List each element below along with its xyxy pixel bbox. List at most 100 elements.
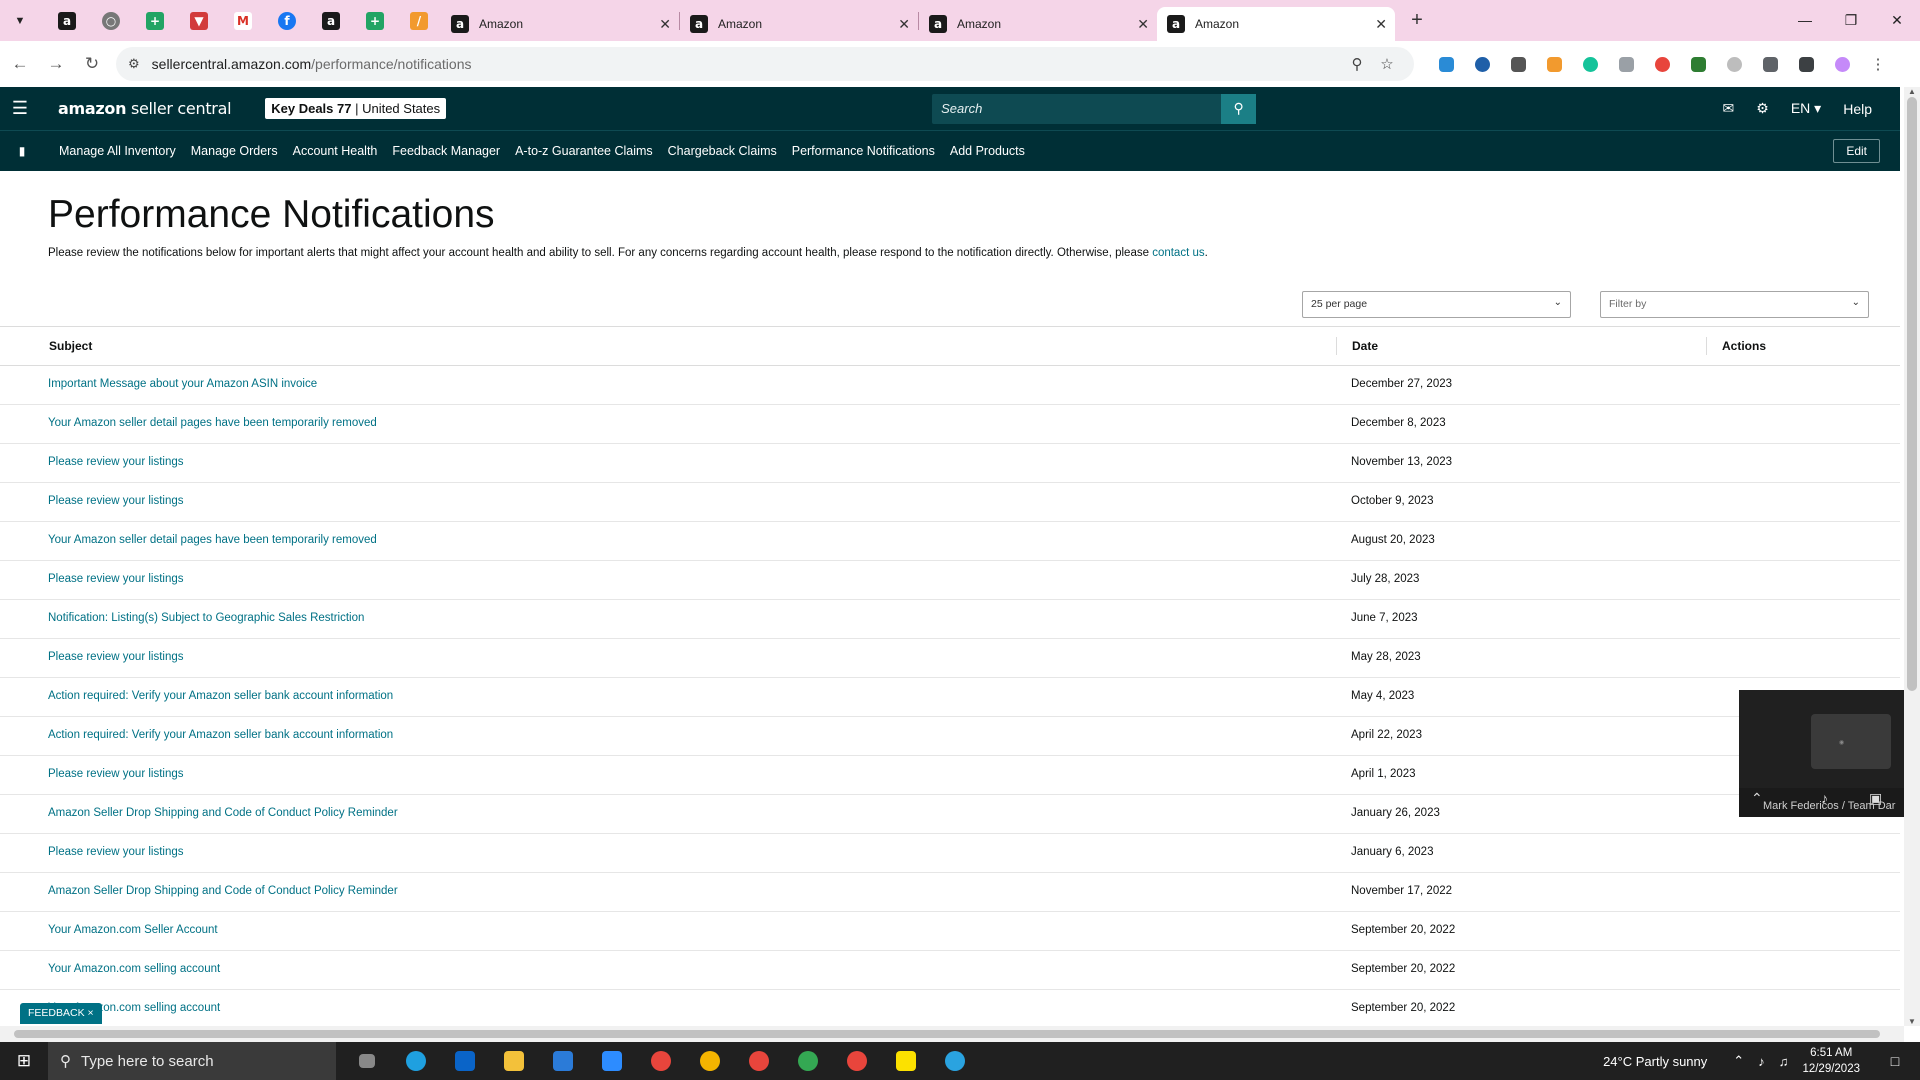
nav-item-feedback-manager[interactable]: Feedback Manager xyxy=(392,144,500,158)
close-icon[interactable]: ✕ xyxy=(1137,16,1149,33)
filter-select[interactable]: Filter by ⌄ xyxy=(1600,291,1869,318)
hamburger-menu-icon[interactable]: ☰ xyxy=(0,98,40,119)
extension-icon[interactable] xyxy=(1572,56,1608,72)
per-page-select[interactable]: 25 per page ⌄ xyxy=(1302,291,1571,318)
language-selector[interactable]: EN ▾ xyxy=(1791,100,1821,117)
extension-icon[interactable] xyxy=(1608,56,1644,72)
notification-subject-link[interactable]: Please review your listings xyxy=(48,768,184,780)
video-call-window[interactable]: ◉ ⌃ ♪ ▣ Mark Federicos / Team Dar xyxy=(1739,690,1920,817)
browser-tab-active[interactable]: a Amazon ✕ xyxy=(1157,7,1395,41)
pinned-tab-amazon[interactable]: a xyxy=(45,6,89,36)
extension-icon[interactable] xyxy=(1536,56,1572,72)
sticky-notes-icon[interactable] xyxy=(881,1042,930,1080)
extensions-puzzle-icon[interactable] xyxy=(1752,56,1788,72)
browser-tab[interactable]: a Amazon ✕ xyxy=(441,7,679,41)
search-input[interactable] xyxy=(932,93,1222,124)
scroll-up-icon[interactable]: ▲ xyxy=(1908,87,1916,96)
notification-subject-link[interactable]: Your Amazon seller detail pages have bee… xyxy=(48,417,377,429)
edit-nav-button[interactable]: Edit xyxy=(1833,139,1880,163)
tab-search-icon[interactable]: ▼ xyxy=(7,8,33,34)
side-panel-icon[interactable] xyxy=(1788,56,1824,72)
store-switcher[interactable]: Key Deals 77 | United States xyxy=(265,98,447,119)
back-icon[interactable]: ← xyxy=(4,54,36,74)
site-info-icon[interactable]: ⚙ xyxy=(128,56,140,72)
file-explorer-icon[interactable] xyxy=(489,1042,538,1080)
mail-app-icon[interactable] xyxy=(440,1042,489,1080)
address-bar[interactable]: ⚙ sellercentral.amazon.com/performance/n… xyxy=(116,47,1414,81)
notification-subject-link[interactable]: Important Message about your Amazon ASIN… xyxy=(48,378,317,390)
help-link[interactable]: Help xyxy=(1843,101,1872,117)
pinned-tab-sheets-2[interactable]: + xyxy=(353,6,397,36)
gear-icon[interactable]: ⚙ xyxy=(1756,100,1769,117)
mail-icon[interactable]: ✉ xyxy=(1723,100,1735,117)
notification-subject-link[interactable]: Please review your listings xyxy=(48,573,184,585)
nav-item-performance-notifications[interactable]: Performance Notifications xyxy=(792,144,935,158)
seller-central-logo[interactable]: amazon seller central xyxy=(58,99,232,118)
zoom-icon[interactable]: ⚲ xyxy=(1342,55,1372,73)
notification-subject-link[interactable]: Action required: Verify your Amazon sell… xyxy=(48,690,393,702)
chevron-up-icon[interactable]: ⌃ xyxy=(1733,1053,1744,1069)
chrome-icon[interactable] xyxy=(783,1042,832,1080)
notification-subject-link[interactable]: Please review your listings xyxy=(48,651,184,663)
browser-tab[interactable]: a Amazon ✕ xyxy=(680,7,918,41)
edge-icon[interactable] xyxy=(391,1042,440,1080)
nav-item-add-products[interactable]: Add Products xyxy=(950,144,1025,158)
taskbar-search[interactable]: ⚲ Type here to search xyxy=(48,1042,336,1080)
chrome-icon[interactable] xyxy=(832,1042,881,1080)
scroll-thumb[interactable] xyxy=(14,1030,1880,1038)
notification-subject-link[interactable]: Please review your listings xyxy=(48,495,184,507)
restore-icon[interactable]: ❐ xyxy=(1828,12,1874,29)
bookmark-star-icon[interactable]: ☆ xyxy=(1372,55,1402,73)
chrome-icon[interactable] xyxy=(685,1042,734,1080)
pinned-tab-amazon-2[interactable]: a xyxy=(309,6,353,36)
close-icon[interactable]: ✕ xyxy=(898,16,910,33)
weather-widget[interactable]: 24°C Partly sunny xyxy=(1603,1054,1707,1069)
search-button[interactable]: ⚲ xyxy=(1221,93,1257,124)
notification-subject-link[interactable]: Please review your listings xyxy=(48,846,184,858)
pinned-tab-gmail[interactable]: M xyxy=(221,6,265,36)
notification-subject-link[interactable]: Notification: Listing(s) Subject to Geog… xyxy=(48,612,364,624)
pinned-tab-sheets[interactable]: + xyxy=(133,6,177,36)
volume-icon[interactable]: ♫ xyxy=(1779,1054,1789,1069)
close-icon[interactable]: ✕ xyxy=(659,16,671,33)
url-text[interactable]: sellercentral.amazon.com/performance/not… xyxy=(152,56,1342,72)
contact-us-link[interactable]: contact us xyxy=(1152,247,1204,259)
notification-subject-link[interactable]: Action required: Verify your Amazon sell… xyxy=(48,729,393,741)
nav-item-account-health[interactable]: Account Health xyxy=(293,144,378,158)
vertical-scrollbar[interactable]: ▲ ▼ xyxy=(1904,87,1920,1026)
nav-item-a-to-z-claims[interactable]: A-to-z Guarantee Claims xyxy=(515,144,653,158)
column-header-date[interactable]: Date xyxy=(1352,339,1378,353)
minimize-icon[interactable]: — xyxy=(1782,12,1828,29)
notification-subject-link[interactable]: Your Amazon.com Seller Account xyxy=(48,924,218,936)
chrome-icon[interactable] xyxy=(636,1042,685,1080)
profile-avatar[interactable] xyxy=(1824,56,1860,72)
notification-subject-link[interactable]: Amazon Seller Drop Shipping and Code of … xyxy=(48,885,398,897)
pinned-tab-tool[interactable]: / xyxy=(397,6,441,36)
column-header-subject[interactable]: Subject xyxy=(49,339,92,353)
extension-icon[interactable] xyxy=(1680,56,1716,72)
extension-icon[interactable] xyxy=(1464,56,1500,72)
pinned-tab-vpn[interactable]: ▼ xyxy=(177,6,221,36)
chevron-up-icon[interactable]: ⌃ xyxy=(1751,790,1763,807)
store-icon[interactable] xyxy=(538,1042,587,1080)
browser-tab[interactable]: a Amazon ✕ xyxy=(919,7,1157,41)
chrome-icon[interactable] xyxy=(734,1042,783,1080)
nav-item-chargeback-claims[interactable]: Chargeback Claims xyxy=(668,144,777,158)
system-clock[interactable]: 6:51 AM 12/29/2023 xyxy=(1802,1045,1860,1077)
notifications-icon[interactable]: □ xyxy=(1884,1053,1906,1069)
notification-subject-link[interactable]: Your Amazon seller detail pages have bee… xyxy=(48,534,377,546)
zoom-app-icon[interactable] xyxy=(587,1042,636,1080)
scroll-down-icon[interactable]: ▼ xyxy=(1908,1017,1916,1026)
pinned-tab-facebook[interactable]: f xyxy=(265,6,309,36)
bookmark-icon[interactable]: ▮ xyxy=(0,144,44,158)
extension-icon[interactable] xyxy=(1428,56,1464,72)
new-tab-button[interactable]: + xyxy=(1403,7,1431,35)
horizontal-scrollbar[interactable] xyxy=(0,1026,1904,1042)
feedback-button[interactable]: FEEDBACK × xyxy=(20,1003,102,1024)
extension-icon[interactable] xyxy=(1644,56,1680,72)
close-icon[interactable]: ✕ xyxy=(1375,16,1387,33)
microphone-icon[interactable]: ♪ xyxy=(1758,1054,1765,1069)
notification-subject-link[interactable]: Amazon Seller Drop Shipping and Code of … xyxy=(48,807,398,819)
browser-menu-icon[interactable]: ⋮ xyxy=(1860,55,1896,73)
extension-icon[interactable] xyxy=(1500,56,1536,72)
